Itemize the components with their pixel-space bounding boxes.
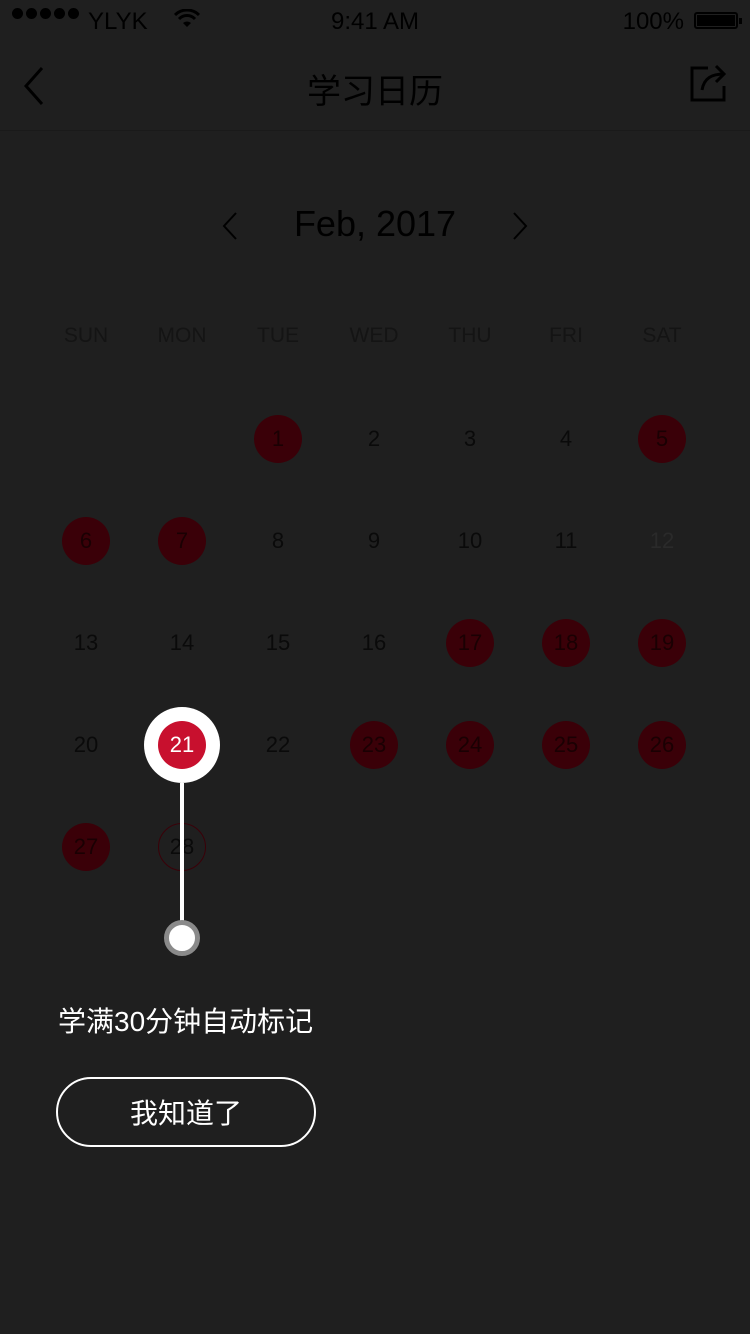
calendar-day-number: 17 [457, 630, 483, 655]
calendar-day-number: 3 [463, 426, 477, 451]
guide-connector-line [180, 783, 184, 927]
calendar-day-number: 2 [367, 426, 381, 451]
calendar-day[interactable]: 17 [422, 618, 518, 668]
calendar-day-number: 26 [649, 732, 675, 757]
calendar-day-number: 1 [271, 426, 285, 451]
calendar-day[interactable]: 27 [38, 822, 134, 872]
calendar-day[interactable]: 1 [230, 414, 326, 464]
weekday-label: THU [448, 324, 492, 347]
calendar-day[interactable]: 26 [614, 720, 710, 770]
weekday-label: WED [349, 324, 399, 347]
calendar-day-number: 9 [367, 528, 381, 553]
calendar-day[interactable]: 6 [38, 516, 134, 566]
calendar-day-number: 22 [265, 732, 291, 757]
calendar-day[interactable]: 11 [518, 516, 614, 566]
calendar-day[interactable]: 4 [518, 414, 614, 464]
calendar-day-number: 15 [265, 630, 291, 655]
calendar-day[interactable]: 5 [614, 414, 710, 464]
weekday-label: FRI [549, 324, 583, 347]
calendar-day[interactable]: 10 [422, 516, 518, 566]
calendar-day[interactable]: 25 [518, 720, 614, 770]
got-it-button[interactable]: 我知道了 [56, 1077, 316, 1147]
calendar-day-number: 11 [554, 528, 578, 553]
calendar-day-number: 14 [169, 630, 195, 655]
calendar-day-number: 8 [271, 528, 285, 553]
battery-icon [694, 12, 742, 29]
page-title: 学习日历 [307, 73, 443, 111]
calendar-day[interactable]: 20 [38, 720, 134, 770]
calendar-day-number: 20 [73, 732, 99, 757]
chevron-right-icon[interactable] [508, 211, 530, 241]
share-icon[interactable] [686, 62, 730, 106]
calendar-day-number: 6 [79, 528, 93, 553]
calendar-day[interactable]: 9 [326, 516, 422, 566]
month-label: Feb, 2017 [293, 203, 457, 244]
calendar-day[interactable]: 15 [230, 618, 326, 668]
calendar-day[interactable]: 14 [134, 618, 230, 668]
calendar-day[interactable]: 24 [422, 720, 518, 770]
calendar-day-number: 27 [73, 834, 99, 859]
calendar-day-number: 19 [649, 630, 675, 655]
status-bar: YLYK 9:41 AM 100% [0, 0, 750, 42]
calendar-day-number: 4 [559, 426, 573, 451]
month-header: Feb, 2017 [0, 195, 750, 255]
calendar-day[interactable]: 2 [326, 414, 422, 464]
calendar-day-number: 12 [649, 528, 675, 553]
weekday-label: SAT [642, 324, 682, 347]
calendar-day-number: 16 [361, 630, 387, 655]
calendar-day-number: 24 [457, 732, 483, 757]
highlighted-day[interactable]: 21 [158, 721, 206, 769]
guide-tip-text: 学满30分钟自动标记 [58, 1006, 314, 1037]
calendar-day-number: 25 [553, 732, 579, 757]
calendar-day[interactable]: 12 [614, 516, 710, 566]
calendar-day[interactable]: 3 [422, 414, 518, 464]
calendar-day[interactable]: 23 [326, 720, 422, 770]
weekday-header: SUN MON TUE WED THU FRI SAT [38, 324, 710, 348]
calendar-day[interactable]: 13 [38, 618, 134, 668]
calendar-day-number: 18 [553, 630, 579, 655]
weekday-label: SUN [63, 324, 109, 347]
weekday-label: TUE [257, 324, 299, 347]
guide-anchor-dot [164, 920, 200, 956]
calendar-day[interactable]: 7 [134, 516, 230, 566]
calendar-day-number: 5 [655, 426, 669, 451]
calendar-day[interactable]: 19 [614, 618, 710, 668]
calendar-day-number: 13 [73, 630, 99, 655]
battery-percentage: 100% [622, 8, 684, 35]
navigation-bar: 学习日历 [0, 42, 750, 131]
calendar-day-number: 23 [361, 732, 387, 757]
calendar-day-number: 7 [175, 528, 189, 553]
calendar-day-number: 10 [457, 528, 483, 553]
weekday-label: MON [157, 324, 207, 347]
calendar-day[interactable]: 16 [326, 618, 422, 668]
calendar-day[interactable]: 8 [230, 516, 326, 566]
calendar-day[interactable]: 18 [518, 618, 614, 668]
calendar-day[interactable]: 22 [230, 720, 326, 770]
